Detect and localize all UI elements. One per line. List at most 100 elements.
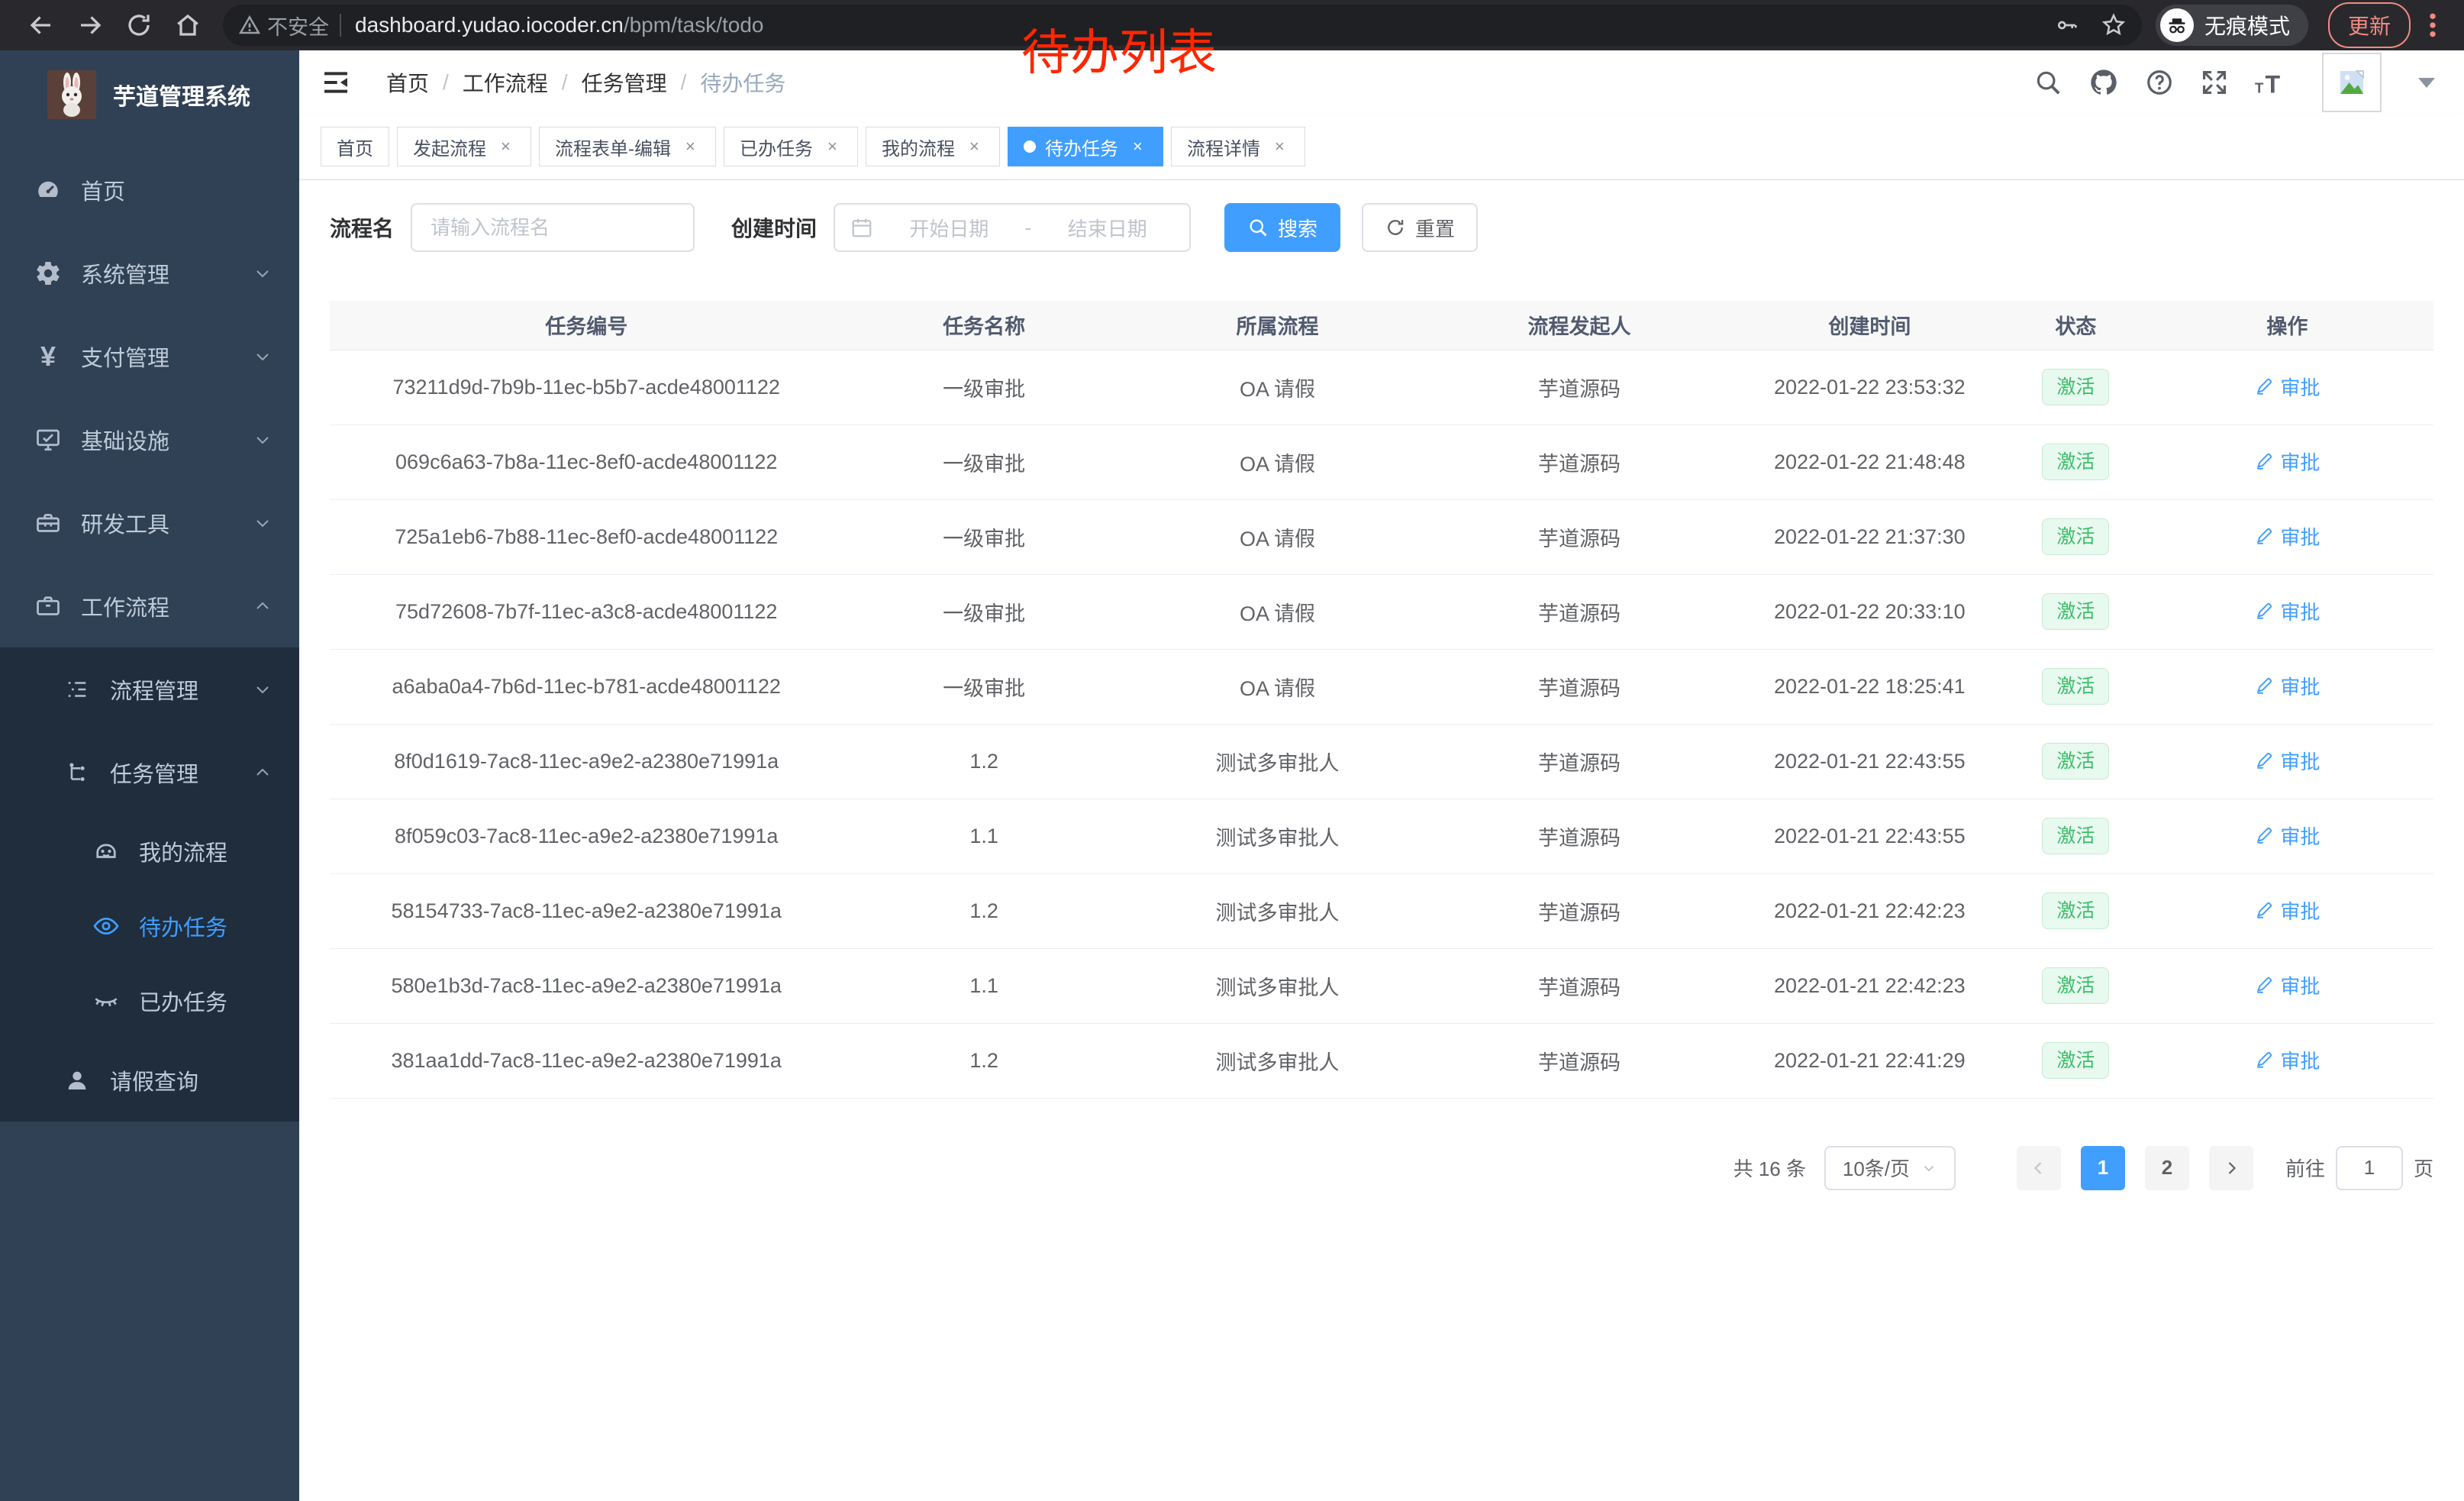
help-icon[interactable] [2145, 68, 2174, 97]
approve-link[interactable]: 审批 [2254, 1046, 2320, 1074]
font-size-icon[interactable]: TT [2255, 68, 2288, 97]
close-icon[interactable] [680, 137, 700, 157]
browser-back-button[interactable] [20, 4, 63, 47]
table-row: 8f059c03-7ac8-11ec-a9e2-a2380e71991a1.1测… [330, 799, 2433, 873]
github-icon[interactable] [2088, 67, 2119, 98]
approve-link[interactable]: 审批 [2254, 373, 2320, 401]
sidebar-item-leave-query[interactable]: 请假查询 [0, 1038, 299, 1122]
sidebar-item-label: 任务管理 [110, 757, 198, 789]
close-icon[interactable] [495, 137, 515, 157]
approve-link[interactable]: 审批 [2254, 522, 2320, 550]
tab-start-process[interactable]: 发起流程 [397, 127, 531, 166]
prev-page-button[interactable] [2017, 1146, 2061, 1190]
col-task-name: 任务名称 [843, 301, 1124, 350]
incognito-label: 无痕模式 [2204, 10, 2290, 40]
date-separator: - [1025, 216, 1032, 240]
tab-todo-tasks[interactable]: 待办任务 [1008, 127, 1163, 166]
sidebar-item-dev-tools[interactable]: 研发工具 [0, 481, 299, 564]
calendar-icon [850, 216, 873, 239]
sidebar-item-todo-tasks[interactable]: 待办任务 [0, 889, 299, 964]
tab-process-form-edit[interactable]: 流程表单-编辑 [539, 127, 716, 166]
sidebar-collapse-button[interactable] [321, 67, 351, 98]
approve-link[interactable]: 审批 [2254, 672, 2320, 700]
approve-link[interactable]: 审批 [2254, 747, 2320, 775]
close-icon[interactable] [964, 137, 984, 157]
sidebar-item-label: 首页 [81, 174, 125, 206]
tab-done-tasks[interactable]: 已办任务 [724, 127, 858, 166]
approve-link[interactable]: 审批 [2254, 822, 2320, 850]
chevron-down-icon [253, 514, 272, 532]
approve-link[interactable]: 审批 [2254, 447, 2320, 476]
sidebar-item-workflow[interactable]: 工作流程 [0, 564, 299, 647]
browser-reload-button[interactable] [118, 4, 160, 47]
avatar-caret-icon[interactable] [2418, 78, 2435, 88]
sidebar-item-payment[interactable]: ¥ 支付管理 [0, 315, 299, 398]
toolbox-icon [34, 508, 63, 537]
sidebar-item-infrastructure[interactable]: 基础设施 [0, 398, 299, 481]
address-bar[interactable]: 不安全 dashboard.yudao.iocoder.cn /bpm/task… [223, 5, 2142, 46]
edit-pen-icon [2254, 825, 2274, 845]
sidebar-item-process-management[interactable]: 流程管理 [0, 647, 299, 731]
approve-link[interactable]: 审批 [2254, 971, 2320, 999]
sidebar-item-home[interactable]: 首页 [0, 148, 299, 231]
col-task-id: 任务编号 [330, 301, 843, 350]
browser-menu-button[interactable] [2421, 10, 2444, 40]
create-time-label: 创建时间 [731, 212, 817, 243]
status-badge: 激活 [2042, 444, 2109, 480]
search-button[interactable]: 搜索 [1224, 203, 1340, 252]
reset-button[interactable]: 重置 [1362, 203, 1478, 252]
bookmark-star-icon[interactable] [2101, 12, 2127, 38]
browser-forward-button[interactable] [69, 4, 111, 47]
sidebar-item-label: 基础设施 [81, 424, 169, 456]
close-icon[interactable] [1269, 137, 1289, 157]
security-warning-label[interactable]: 不安全 [267, 11, 329, 40]
breadcrumb-task-management[interactable]: 任务管理 [582, 67, 667, 98]
page-button-2[interactable]: 2 [2145, 1146, 2189, 1190]
app-logo[interactable]: 芋道管理系统 [47, 69, 299, 121]
close-icon[interactable] [1127, 137, 1147, 157]
chevron-left-icon [2030, 1159, 2048, 1177]
breadcrumb-home[interactable]: 首页 [386, 67, 429, 98]
fullscreen-icon[interactable] [2200, 68, 2229, 97]
page-size-select[interactable]: 10条/页 [1824, 1146, 1956, 1190]
tree-icon [63, 758, 92, 787]
process-name-input[interactable] [411, 203, 695, 252]
edit-pen-icon [2254, 526, 2274, 546]
sidebar-item-label: 待办任务 [139, 910, 227, 942]
page-button-1[interactable]: 1 [2081, 1146, 2125, 1190]
table-row: 75d72608-7b7f-11ec-a3c8-acde48001122一级审批… [330, 574, 2433, 649]
tab-home[interactable]: 首页 [321, 127, 389, 166]
main-panel: 流程名 创建时间 开始日期 - 结束日期 搜索 重置 [299, 180, 2464, 1501]
reload-icon [125, 11, 153, 39]
avatar[interactable] [2322, 53, 2382, 112]
briefcase-icon [34, 592, 63, 621]
sidebar-item-done-tasks[interactable]: 已办任务 [0, 964, 299, 1038]
sidebar-item-task-management[interactable]: 任务管理 [0, 731, 299, 814]
chevron-down-icon [253, 431, 272, 449]
password-key-icon[interactable] [2055, 13, 2079, 37]
breadcrumb-workflow[interactable]: 工作流程 [463, 67, 548, 98]
browser-update-button[interactable]: 更新 [2328, 2, 2411, 48]
approve-link[interactable]: 审批 [2254, 896, 2320, 925]
sidebar-item-label: 研发工具 [81, 507, 169, 539]
breadcrumb-current: 待办任务 [700, 67, 785, 98]
tab-process-detail[interactable]: 流程详情 [1171, 127, 1305, 166]
sidebar-item-my-process[interactable]: 我的流程 [0, 814, 299, 889]
goto-page-input[interactable] [2336, 1146, 2403, 1190]
table-row: 069c6a63-7b8a-11ec-8ef0-acde48001122一级审批… [330, 424, 2433, 499]
approve-link[interactable]: 审批 [2254, 597, 2320, 625]
table-row: 8f0d1619-7ac8-11ec-a9e2-a2380e71991a1.2测… [330, 724, 2433, 799]
browser-home-button[interactable] [166, 4, 209, 47]
next-page-button[interactable] [2209, 1146, 2253, 1190]
status-badge: 激活 [2042, 369, 2109, 405]
svg-text:T: T [2255, 80, 2264, 96]
table-row: 58154733-7ac8-11ec-a9e2-a2380e71991a1.2测… [330, 873, 2433, 948]
close-icon[interactable] [822, 137, 842, 157]
search-icon[interactable] [2033, 68, 2062, 97]
sidebar-item-system[interactable]: 系统管理 [0, 231, 299, 315]
page-unit-label: 页 [2414, 1154, 2433, 1182]
url-path: /bpm/task/todo [624, 13, 764, 37]
tab-my-process[interactable]: 我的流程 [866, 127, 1000, 166]
date-range-picker[interactable]: 开始日期 - 结束日期 [834, 203, 1191, 252]
status-badge: 激活 [2042, 518, 2109, 555]
